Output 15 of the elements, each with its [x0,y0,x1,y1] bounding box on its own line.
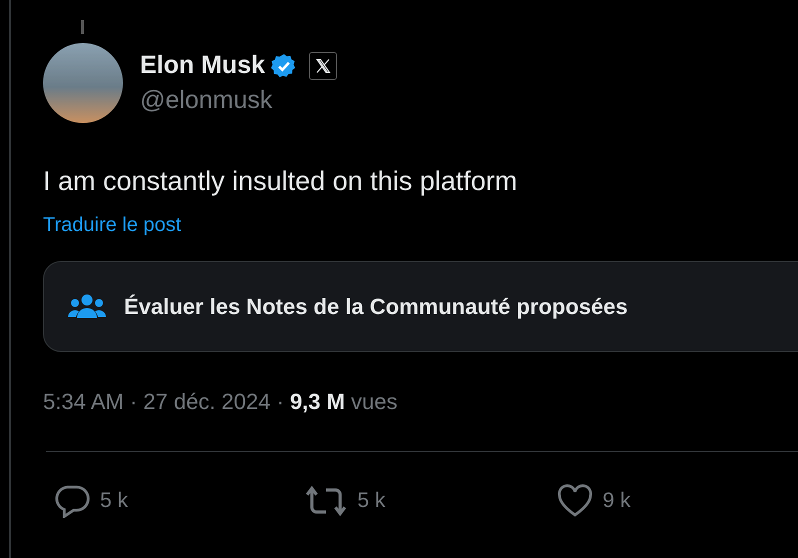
heart-icon [556,484,594,518]
author-name[interactable]: Elon Musk [140,51,266,80]
post-text: I am constantly insulted on this platform [43,166,518,197]
repost-arrows-icon [304,485,348,517]
repost-button[interactable]: 5 k [304,484,556,518]
translate-link[interactable]: Traduire le post [43,214,182,237]
reply-button[interactable]: 5 k [53,484,304,518]
views-count: 9,3 M [290,389,345,415]
author-handle[interactable]: @elonmusk [140,86,338,115]
views-label: vues [350,389,398,415]
speech-bubble-icon [53,484,91,518]
post-timestamp[interactable]: 5:34 AM · 27 déc. 2024 · [43,389,284,415]
x-logo-icon [309,52,338,80]
like-button[interactable]: 9 k [556,484,798,518]
community-notes-button[interactable]: Évaluer les Notes de la Communauté proposées [43,261,798,352]
